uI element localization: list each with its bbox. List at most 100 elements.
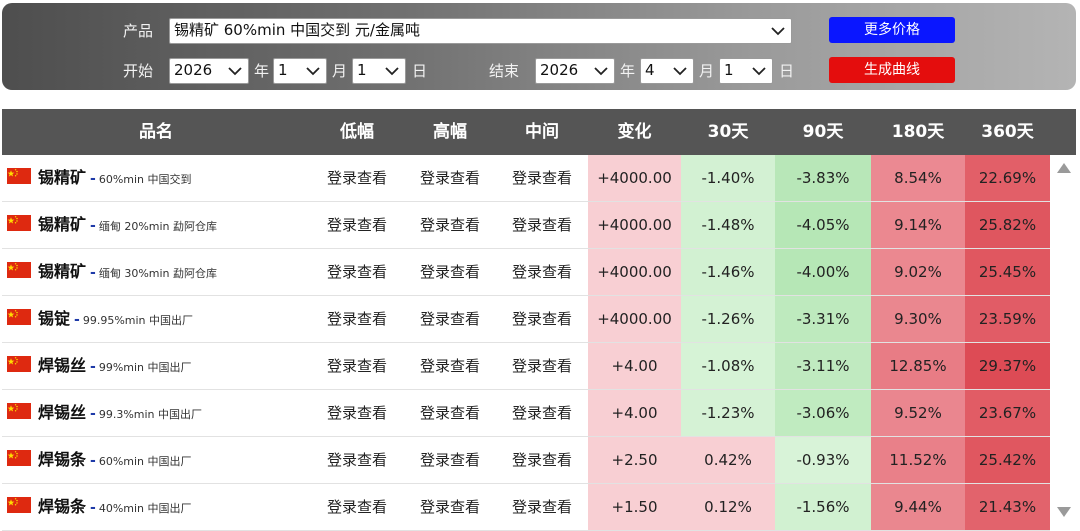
cell-d90: -3.83%: [775, 155, 871, 201]
table-row[interactable]: 焊锡丝 -99%min 中国出厂 登录查看 登录查看 登录查看 +4.00 -1.08% -3…: [2, 343, 1050, 390]
product-name-cell[interactable]: 锡精矿 -60%min 中国交到: [2, 155, 310, 201]
china-flag-icon: [7, 497, 31, 513]
scrollbar[interactable]: [1052, 155, 1076, 531]
name-dash: -: [90, 500, 96, 516]
cell-change: +1.50: [588, 484, 681, 530]
start-label: 开始: [123, 62, 154, 80]
cell-change: +4000.00: [588, 202, 681, 248]
more-prices-button[interactable]: 更多价格: [829, 17, 955, 43]
cell-mid[interactable]: 登录查看: [496, 484, 588, 530]
cell-high[interactable]: 登录查看: [404, 484, 496, 530]
start-day-select[interactable]: 1: [352, 58, 406, 84]
cell-d360: 25.42%: [965, 437, 1050, 483]
product-label: 产品: [123, 22, 154, 40]
product-name-cell[interactable]: 锡精矿 - 缅甸 20%min 勐阿仓库: [2, 202, 310, 248]
cell-low[interactable]: 登录查看: [310, 249, 404, 295]
cell-mid[interactable]: 登录查看: [496, 249, 588, 295]
header-low: 低幅: [340, 122, 374, 142]
cell-d360: 23.59%: [965, 296, 1050, 342]
cell-high[interactable]: 登录查看: [404, 343, 496, 389]
product-name-cell[interactable]: 焊锡丝 -99%min 中国出厂: [2, 343, 310, 389]
cell-low[interactable]: 登录查看: [310, 343, 404, 389]
product-name-cell[interactable]: 焊锡条 -40%min 中国出厂: [2, 484, 310, 530]
cell-mid[interactable]: 登录查看: [496, 343, 588, 389]
cell-low[interactable]: 登录查看: [310, 437, 404, 483]
cell-mid[interactable]: 登录查看: [496, 155, 588, 201]
cell-high[interactable]: 登录查看: [404, 202, 496, 248]
cell-d180: 9.14%: [871, 202, 965, 248]
product-name-cell[interactable]: 焊锡条 -60%min 中国出厂: [2, 437, 310, 483]
scroll-up-arrow-icon[interactable]: [1057, 163, 1071, 173]
cell-d30: -1.23%: [681, 390, 775, 436]
cell-high[interactable]: 登录查看: [404, 155, 496, 201]
product-name-cell[interactable]: 焊锡丝 -99.3%min 中国出厂: [2, 390, 310, 436]
table-row[interactable]: 焊锡条 -60%min 中国出厂 登录查看 登录查看 登录查看 +2.50 0.42% -0.…: [2, 437, 1050, 484]
scroll-down-arrow-icon[interactable]: [1057, 507, 1071, 517]
table-row[interactable]: 锡精矿 - 缅甸 30%min 勐阿仓库 登录查看 登录查看 登录查看 +4000.00 -1…: [2, 249, 1050, 296]
product-spec: 60%min 中国出厂: [98, 455, 192, 468]
start-day-value: 1: [357, 61, 367, 79]
product-name-cell[interactable]: 锡锭 -99.95%min 中国出厂: [2, 296, 310, 342]
cell-d30: -1.26%: [681, 296, 775, 342]
start-month-select[interactable]: 1: [273, 58, 327, 84]
cell-d90: -3.31%: [775, 296, 871, 342]
cell-low[interactable]: 登录查看: [310, 202, 404, 248]
start-year-select[interactable]: 2026: [169, 58, 249, 84]
table-row[interactable]: 锡锭 -99.95%min 中国出厂 登录查看 登录查看 登录查看 +4000.00 -1.…: [2, 296, 1050, 343]
cell-high[interactable]: 登录查看: [404, 249, 496, 295]
end-day-select[interactable]: 1: [719, 58, 773, 84]
chevron-down-icon: [385, 59, 399, 83]
cell-mid[interactable]: 登录查看: [496, 296, 588, 342]
cell-d360: 29.37%: [965, 343, 1050, 389]
end-day-unit: 日: [779, 62, 795, 80]
table-row[interactable]: 锡精矿 -60%min 中国交到 登录查看 登录查看 登录查看 +4000.00 -1.40…: [2, 155, 1050, 202]
cell-mid[interactable]: 登录查看: [496, 437, 588, 483]
table-row[interactable]: 锡精矿 - 缅甸 20%min 勐阿仓库 登录查看 登录查看 登录查看 +4000.00 -1…: [2, 202, 1050, 249]
product-name: 焊锡条: [38, 450, 87, 469]
product-spec: 99.95%min 中国出厂: [82, 314, 194, 327]
cell-mid[interactable]: 登录查看: [496, 390, 588, 436]
cell-d90: -3.11%: [775, 343, 871, 389]
chevron-down-icon: [228, 59, 242, 83]
cell-high[interactable]: 登录查看: [404, 296, 496, 342]
table-row[interactable]: 焊锡条 -40%min 中国出厂 登录查看 登录查看 登录查看 +1.50 0.12% -1.…: [2, 484, 1050, 531]
end-month-value: 4: [645, 61, 655, 79]
cell-mid[interactable]: 登录查看: [496, 202, 588, 248]
china-flag-icon: [7, 356, 31, 372]
product-name: 锡精矿: [38, 215, 87, 234]
cell-d90: -4.00%: [775, 249, 871, 295]
china-flag-icon: [7, 168, 31, 184]
cell-d180: 9.02%: [871, 249, 965, 295]
chevron-down-icon: [306, 59, 320, 83]
cell-d360: 21.43%: [965, 484, 1050, 530]
china-flag-icon: [7, 450, 31, 466]
start-year-unit: 年: [254, 62, 270, 80]
chevron-down-icon: [673, 59, 687, 83]
cell-low[interactable]: 登录查看: [310, 390, 404, 436]
name-dash: -: [90, 359, 96, 375]
name-dash: -: [90, 406, 96, 422]
cell-low[interactable]: 登录查看: [310, 296, 404, 342]
cell-d30: 0.12%: [681, 484, 775, 530]
end-month-select[interactable]: 4: [640, 58, 694, 84]
table-row[interactable]: 焊锡丝 -99.3%min 中国出厂 登录查看 登录查看 登录查看 +4.00 -1.23%…: [2, 390, 1050, 437]
product-name-cell[interactable]: 锡精矿 - 缅甸 30%min 勐阿仓库: [2, 249, 310, 295]
cell-low[interactable]: 登录查看: [310, 155, 404, 201]
product-name: 焊锡丝: [38, 356, 87, 375]
cell-d180: 9.52%: [871, 390, 965, 436]
product-select[interactable]: 锡精矿 60%min 中国交到 元/金属吨: [169, 18, 792, 44]
header-d30: 30天: [707, 122, 749, 142]
generate-curve-button[interactable]: 生成曲线: [829, 57, 955, 83]
cell-low[interactable]: 登录查看: [310, 484, 404, 530]
cell-high[interactable]: 登录查看: [404, 390, 496, 436]
cell-change: +4000.00: [588, 296, 681, 342]
product-spec: 缅甸 30%min 勐阿仓库: [98, 267, 218, 280]
cell-high[interactable]: 登录查看: [404, 437, 496, 483]
china-flag-icon: [7, 403, 31, 419]
cell-d180: 9.30%: [871, 296, 965, 342]
chevron-down-icon: [752, 59, 766, 83]
product-name: 焊锡条: [38, 497, 87, 516]
end-year-select[interactable]: 2026: [535, 58, 615, 84]
header-name: 品名: [139, 122, 173, 142]
start-month-value: 1: [278, 61, 288, 79]
